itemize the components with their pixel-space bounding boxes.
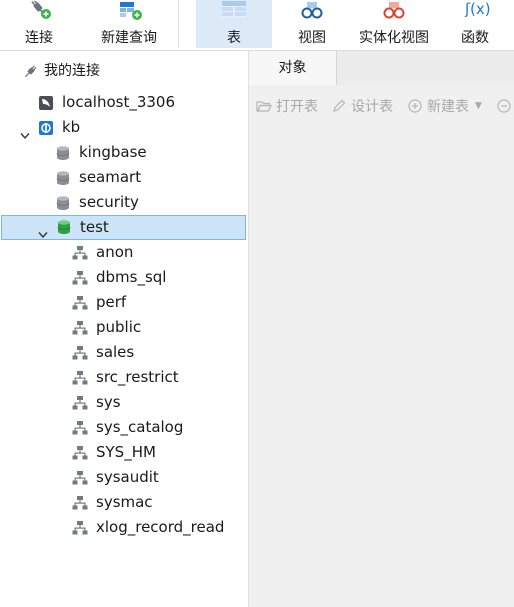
design-table-label: 设计表 <box>351 99 393 115</box>
tree-item-sys-catalog[interactable]: sys_catalog <box>0 415 248 440</box>
table-label: 表 <box>227 30 241 46</box>
tree-item-label: kb <box>62 118 81 136</box>
connections-header: 我的连接 <box>0 59 248 84</box>
function-button[interactable]: ʃ(x) 函数 <box>450 0 500 48</box>
tree-item-kingbase[interactable]: kingbase <box>0 140 248 165</box>
view-button[interactable]: 视图 <box>286 0 338 48</box>
chevron-down-icon[interactable] <box>20 123 30 140</box>
connections-plug-icon <box>22 63 38 79</box>
design-table-button[interactable]: 设计表 <box>331 93 393 119</box>
new-query-button[interactable]: 新建查询 <box>80 0 178 48</box>
schema-icon <box>72 344 88 360</box>
tree-item-label: sys <box>96 393 121 411</box>
tree-item-sys[interactable]: sys <box>0 390 248 415</box>
main-toolbar: 连接 新建查询 表 视图 实体化视图 ʃ(x) 函数 <box>0 0 514 51</box>
schema-icon <box>72 319 88 335</box>
tree-item-dbms-sql[interactable]: dbms_sql <box>0 265 248 290</box>
new-table-label: 新建表 <box>427 99 469 115</box>
new-table-button[interactable]: 新建表 ▼ <box>407 93 482 119</box>
tree-item-label: anon <box>96 243 134 261</box>
object-toolbar: 打开表 设计表 新建表 ▼ <box>249 93 514 119</box>
materialized-view-label: 实体化视图 <box>359 30 429 46</box>
remove-circle-icon <box>496 98 512 114</box>
materialized-view-button[interactable]: 实体化视图 <box>352 0 436 48</box>
schema-icon <box>72 269 88 285</box>
tree-item-label: test <box>80 218 109 236</box>
new-query-label: 新建查询 <box>101 30 157 46</box>
tree-item-anon[interactable]: anon <box>0 240 248 265</box>
table-button[interactable]: 表 <box>196 0 272 48</box>
open-table-label: 打开表 <box>276 99 318 115</box>
database-open-icon <box>56 219 72 235</box>
schema-icon <box>72 444 88 460</box>
toolbar-divider <box>178 0 179 48</box>
database-icon <box>55 144 71 160</box>
tree-item-label: src_restrict <box>96 368 179 386</box>
tree-item-label: sales <box>96 343 135 361</box>
table-icon <box>217 1 251 23</box>
mysql-connection-icon <box>38 94 54 110</box>
materialized-view-icon <box>377 1 411 23</box>
chevron-down-icon[interactable] <box>38 223 48 239</box>
schema-icon <box>72 294 88 310</box>
tree-item-test[interactable]: test <box>1 215 246 240</box>
view-glasses-icon <box>295 1 329 23</box>
add-circle-icon <box>407 98 423 114</box>
tree-item-label: seamart <box>79 168 142 186</box>
tree-item-xlog-record-read[interactable]: xlog_record_read <box>0 515 248 540</box>
folder-open-icon <box>256 98 272 114</box>
tree-item-label: security <box>79 193 139 211</box>
pencil-icon <box>331 98 347 114</box>
view-label: 视图 <box>298 30 326 46</box>
tab-bar: 对象 <box>249 51 514 85</box>
tree-item-label: sys_catalog <box>96 418 184 436</box>
tree-item-kb[interactable]: kb <box>0 115 248 140</box>
new-query-icon <box>112 1 146 23</box>
tree-item-localhost-3306[interactable]: localhost_3306 <box>0 90 248 115</box>
kingbase-connection-icon <box>38 119 54 135</box>
tree-item-label: SYS_HM <box>96 443 156 461</box>
connection-sidebar: 我的连接 localhost_3306kb kingbase seamart secu… <box>0 51 249 607</box>
tree-item-label: dbms_sql <box>96 268 167 286</box>
connect-label: 连接 <box>25 30 53 46</box>
tree-item-perf[interactable]: perf <box>0 290 248 315</box>
schema-icon <box>72 369 88 385</box>
tree-item-label: kingbase <box>79 143 147 161</box>
tree-item-label: sysmac <box>96 493 153 511</box>
tree-item-label: sysaudit <box>96 468 159 486</box>
connections-header-label: 我的连接 <box>44 63 100 79</box>
function-label: 函数 <box>461 30 489 46</box>
tree-item-label: xlog_record_read <box>96 518 225 536</box>
schema-icon <box>72 494 88 510</box>
schema-icon <box>72 419 88 435</box>
object-panel: 对象 打开表 设计表 新建表 ▼ <box>249 51 514 607</box>
tree-item-sysmac[interactable]: sysmac <box>0 490 248 515</box>
tab-objects[interactable]: 对象 <box>249 51 337 85</box>
tree-item-public[interactable]: public <box>0 315 248 340</box>
tree-item-sys-hm[interactable]: SYS_HM <box>0 440 248 465</box>
tree-item-sales[interactable]: sales <box>0 340 248 365</box>
connect-plug-icon <box>22 0 56 23</box>
schema-icon <box>72 244 88 260</box>
tree-item-security[interactable]: security <box>0 190 248 215</box>
dropdown-arrow-icon[interactable]: ▼ <box>475 101 482 111</box>
tree-item-seamart[interactable]: seamart <box>0 165 248 190</box>
delete-table-button[interactable] <box>496 93 514 119</box>
schema-icon <box>72 519 88 535</box>
tree-item-label: public <box>96 318 142 336</box>
function-fx-icon: ʃ(x) <box>458 0 492 23</box>
tree-item-label: localhost_3306 <box>62 93 176 111</box>
tree-item-sysaudit[interactable]: sysaudit <box>0 465 248 490</box>
connect-button[interactable]: 连接 <box>6 0 72 48</box>
schema-icon <box>72 469 88 485</box>
tree-item-src-restrict[interactable]: src_restrict <box>0 365 248 390</box>
tree-item-label: perf <box>96 293 127 311</box>
database-icon <box>55 169 71 185</box>
database-icon <box>55 194 71 210</box>
open-table-button[interactable]: 打开表 <box>256 93 318 119</box>
function-icon-text: ʃ(x) <box>465 0 491 18</box>
schema-icon <box>72 394 88 410</box>
